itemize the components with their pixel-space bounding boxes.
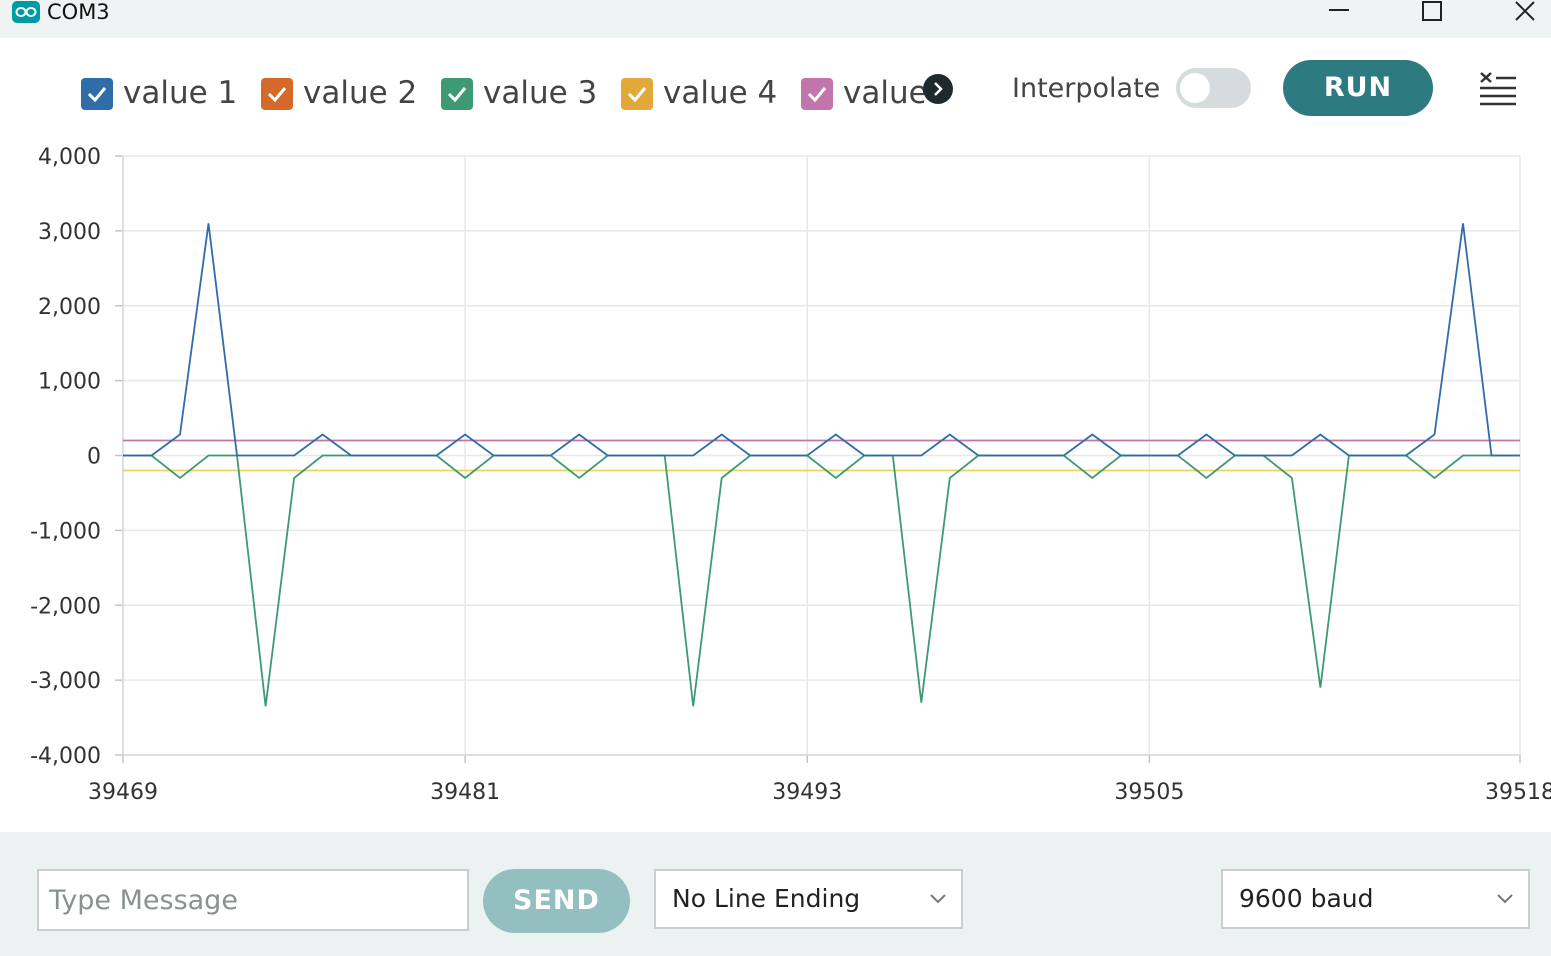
check-icon bbox=[447, 87, 467, 103]
baud-rate-select[interactable]: 9600 baud bbox=[1221, 869, 1530, 929]
close-icon bbox=[1515, 1, 1535, 21]
arduino-logo-icon bbox=[12, 1, 40, 23]
chevron-right-icon bbox=[934, 82, 943, 96]
y-tick-label: 4,000 bbox=[38, 145, 101, 170]
send-button[interactable]: SEND bbox=[483, 869, 630, 933]
window-title: COM3 bbox=[47, 0, 110, 24]
value-4-checkbox[interactable] bbox=[621, 78, 653, 110]
close-button[interactable] bbox=[1494, 0, 1551, 26]
check-icon bbox=[87, 87, 107, 103]
line-ending-value: No Line Ending bbox=[672, 884, 861, 913]
y-tick-label: 0 bbox=[87, 445, 101, 470]
x-tick-label: 39469 bbox=[88, 780, 158, 805]
check-icon bbox=[807, 87, 827, 103]
maximize-button[interactable] bbox=[1401, 0, 1461, 26]
y-tick-label: -2,000 bbox=[30, 594, 101, 619]
x-tick-label: 39505 bbox=[1114, 780, 1184, 805]
bottom-bar: SEND No Line Ending 9600 baud bbox=[0, 832, 1551, 956]
series-line-value-1 bbox=[123, 223, 1520, 457]
chevron-down-icon bbox=[930, 894, 946, 904]
value-1-checkbox[interactable] bbox=[81, 78, 113, 110]
legend-label: value 4 bbox=[663, 75, 778, 111]
clear-button[interactable] bbox=[1476, 70, 1518, 106]
y-tick-label: 2,000 bbox=[38, 295, 101, 320]
legend-label: value 1 bbox=[123, 75, 238, 111]
check-icon bbox=[627, 87, 647, 103]
x-tick-label: 39518 bbox=[1485, 780, 1551, 805]
x-tick-label: 39493 bbox=[772, 780, 842, 805]
interpolate-label: Interpolate bbox=[1012, 73, 1161, 104]
legend-label: value 3 bbox=[483, 75, 598, 111]
baud-rate-value: 9600 baud bbox=[1239, 884, 1374, 913]
clear-list-icon bbox=[1480, 72, 1516, 106]
chevron-down-icon bbox=[1497, 894, 1513, 904]
toggle-knob bbox=[1180, 73, 1210, 103]
legend-label: value 2 bbox=[303, 75, 418, 111]
x-tick-label: 39481 bbox=[430, 780, 500, 805]
serial-plotter-chart: 4,000 3,000 2,000 1,000 0 -1,000 -2,000 -3,000 -… bbox=[30, 145, 1551, 805]
check-icon bbox=[267, 87, 287, 103]
y-tick-label: -3,000 bbox=[30, 669, 101, 694]
y-tick-label: 3,000 bbox=[38, 220, 101, 245]
value-5-checkbox[interactable] bbox=[801, 78, 833, 110]
legend-overflow-clip: value 5 bbox=[800, 70, 924, 114]
legend-label: value 5 bbox=[843, 75, 924, 111]
y-tick-label: -1,000 bbox=[30, 519, 101, 544]
series-line-value-3 bbox=[123, 454, 1520, 707]
interpolate-toggle[interactable] bbox=[1176, 68, 1251, 108]
maximize-icon bbox=[1422, 1, 1442, 21]
message-input[interactable] bbox=[37, 869, 469, 931]
legend-scroll-right-button[interactable] bbox=[923, 74, 953, 104]
value-2-checkbox[interactable] bbox=[261, 78, 293, 110]
minimize-icon bbox=[1329, 9, 1349, 11]
line-ending-select[interactable]: No Line Ending bbox=[654, 869, 963, 929]
title-bar: COM3 bbox=[0, 0, 1551, 38]
run-button[interactable]: RUN bbox=[1283, 60, 1433, 116]
value-3-checkbox[interactable] bbox=[441, 78, 473, 110]
y-tick-label: -4,000 bbox=[30, 744, 101, 769]
minimize-button[interactable] bbox=[1308, 0, 1368, 26]
y-tick-label: 1,000 bbox=[38, 370, 101, 395]
